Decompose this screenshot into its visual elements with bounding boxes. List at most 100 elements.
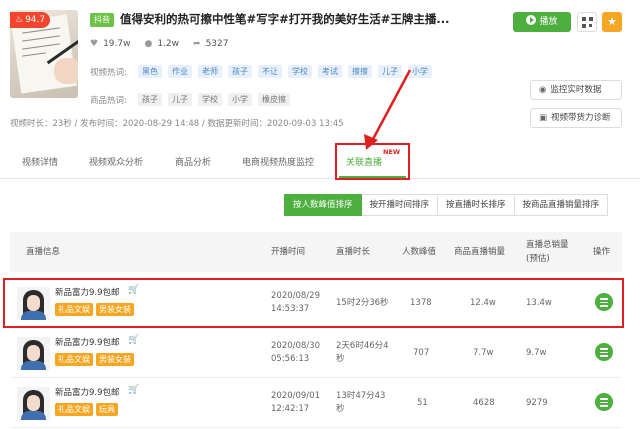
th-total-sales-note: (预估) xyxy=(526,254,550,264)
avatar xyxy=(17,387,50,420)
table-row[interactable]: 新品富力9.9包邮 🛒 礼品文娱 男装女装 2020/08/30 05:56:1… xyxy=(10,328,622,378)
start-time: 05:56:13 xyxy=(271,354,310,364)
tab-video-detail[interactable]: 视频详情 xyxy=(22,155,58,168)
menu-icon xyxy=(600,348,608,350)
star-icon: ★ xyxy=(607,15,617,28)
category-badges: 礼品文娱 男装女装 xyxy=(55,353,134,366)
sales-diagnose-button[interactable]: ▣ 视频带货力诊断 xyxy=(530,108,622,128)
hot-word-chip[interactable]: 孩子 xyxy=(228,65,252,78)
eye-icon: ◉ xyxy=(539,85,547,95)
diagnose-label: 视频带货力诊断 xyxy=(551,113,611,123)
avatar-face xyxy=(27,345,40,361)
th-op: 操作 xyxy=(593,247,611,257)
hot-word-chip[interactable]: 黑色 xyxy=(138,65,162,78)
shares-count: 5327 xyxy=(205,39,229,49)
hot-word-chip[interactable]: 擦擦 xyxy=(348,65,372,78)
play-label: 播放 xyxy=(539,17,558,27)
heart-icon: ♥ xyxy=(90,39,99,49)
product-word-chip[interactable]: 孩子 xyxy=(138,93,162,106)
heat-badge: ♨ 94.7 xyxy=(10,12,51,28)
duration-cont: 秒 xyxy=(336,354,345,364)
peak-viewers: 707 xyxy=(413,348,430,358)
total-sales: 9279 xyxy=(526,398,548,408)
tab-product-analysis[interactable]: 商品分析 xyxy=(175,155,211,168)
menu-icon xyxy=(600,351,608,353)
shares-stat: ➦ 5327 xyxy=(193,39,228,49)
comment-icon: ● xyxy=(144,39,153,49)
video-hot-words: 视频热词: 黑色 作业 老师 孩子 不让 学校 考试 擦擦 儿子 小学 xyxy=(90,65,438,78)
th-duration: 直播时长 xyxy=(336,247,371,257)
menu-icon xyxy=(600,398,608,400)
live-title[interactable]: 新品富力9.9包邮 xyxy=(55,386,120,398)
share-icon: ➦ xyxy=(193,39,201,49)
total-sales: 9.7w xyxy=(526,348,547,358)
hot-word-chip[interactable]: 作业 xyxy=(168,65,192,78)
duration-cont: 秒 xyxy=(336,404,345,414)
avatar xyxy=(17,337,50,370)
hot-word-chip[interactable]: 小学 xyxy=(408,65,432,78)
avatar-face xyxy=(27,395,40,411)
likes-stat: ♥ 19.7w xyxy=(90,39,130,49)
sort-button-group: 按人数峰值排序 按开播时间排序 按直播时长排序 按商品直播销量排序 xyxy=(284,194,609,216)
play-button[interactable]: 播放 xyxy=(513,12,571,32)
table-row[interactable]: 新品富力9.9包邮 🛒 礼品文娱 玩具 2020/09/01 12:42:17 … xyxy=(10,378,622,428)
monitor-realtime-button[interactable]: ◉ 监控实时数据 xyxy=(530,80,622,100)
avatar-body xyxy=(21,411,46,420)
hot-word-chip[interactable]: 老师 xyxy=(198,65,222,78)
product-word-chip[interactable]: 橡皮擦 xyxy=(258,93,290,106)
product-word-chip[interactable]: 小学 xyxy=(228,93,252,106)
product-word-chip[interactable]: 学校 xyxy=(198,93,222,106)
qr-icon xyxy=(582,24,586,28)
hot-word-chip[interactable]: 不让 xyxy=(258,65,282,78)
start-date: 2020/09/01 xyxy=(271,391,320,401)
th-info: 直播信息 xyxy=(26,247,61,257)
cart-icon: 🛒 xyxy=(128,385,140,395)
start-time: 12:42:17 xyxy=(271,404,310,414)
video-stats: ♥ 19.7w ● 1.2w ➦ 5327 xyxy=(90,39,228,49)
sort-by-start-button[interactable]: 按开播时间排序 xyxy=(361,194,439,216)
sort-by-duration-button[interactable]: 按直播时长排序 xyxy=(438,194,515,216)
qr-icon xyxy=(589,17,593,21)
row-highlight-box xyxy=(3,278,624,328)
live-title[interactable]: 新品富力9.9包邮 xyxy=(55,336,120,348)
start-date: 2020/08/30 xyxy=(271,341,320,351)
tab-bar: 视频详情 视频观众分析 商品分析 电商视频热度监控 关联直播 xyxy=(0,143,640,179)
sort-by-peak-button[interactable]: 按人数峰值排序 xyxy=(284,194,362,216)
qr-icon xyxy=(589,24,592,27)
hot-word-chip[interactable]: 学校 xyxy=(288,65,312,78)
play-icon xyxy=(526,15,537,25)
duration: 13时47分43 xyxy=(336,391,386,401)
hot-word-chip[interactable]: 儿子 xyxy=(378,65,402,78)
sort-by-sales-button[interactable]: 按商品直播销量排序 xyxy=(514,194,609,216)
th-start: 开播时间 xyxy=(271,247,306,257)
platform-tag: 抖音 xyxy=(90,13,114,27)
avatar-body xyxy=(21,361,46,370)
cart-icon: 🛒 xyxy=(128,335,140,345)
category-badge: 男装女装 xyxy=(96,353,134,366)
row-menu-button[interactable] xyxy=(595,393,613,411)
video-title[interactable]: 值得安利的热可擦中性笔#写字#打开我的美好生活#王牌主播... xyxy=(120,11,450,27)
live-sales: 4628 xyxy=(473,398,495,408)
product-hot-words-label: 商品热词: xyxy=(90,95,127,106)
menu-icon xyxy=(600,405,608,407)
heat-value: 94.7 xyxy=(25,15,46,25)
category-badge: 礼品文娱 xyxy=(55,403,93,416)
category-badge: 礼品文娱 xyxy=(55,353,93,366)
tab-audience-analysis[interactable]: 视频观众分析 xyxy=(89,155,143,168)
favorite-button[interactable]: ★ xyxy=(602,12,622,32)
table-header: 直播信息 开播时间 直播时长 人数峰值 商品直播销量 直播总销量 (预估) 操作 xyxy=(10,232,622,272)
product-word-chip[interactable]: 儿子 xyxy=(168,93,192,106)
product-hot-words: 商品热词: 孩子 儿子 学校 小学 橡皮擦 xyxy=(90,93,296,106)
hot-word-chip[interactable]: 考试 xyxy=(318,65,342,78)
comments-count: 1.2w xyxy=(157,39,180,49)
row-menu-button[interactable] xyxy=(595,343,613,361)
menu-icon xyxy=(600,401,608,403)
category-badges: 礼品文娱 玩具 xyxy=(55,403,118,416)
th-total-sales: 直播总销量 xyxy=(526,240,569,250)
category-badge: 玩具 xyxy=(96,403,118,416)
tab-heat-monitor[interactable]: 电商视频热度监控 xyxy=(242,155,314,168)
qr-code-button[interactable] xyxy=(577,12,597,32)
arrow-shaft xyxy=(370,69,412,142)
video-meta: 视频时长：23秒 / 发布时间：2020-08-29 14:48 / 数据更新时… xyxy=(10,119,344,129)
monitor-label: 监控实时数据 xyxy=(550,85,602,95)
